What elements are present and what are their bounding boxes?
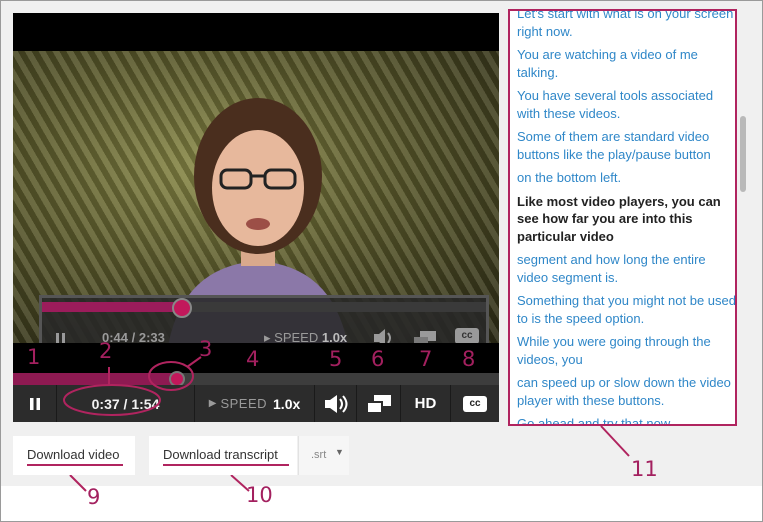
transcript-format-select[interactable]: .srt ▼ <box>298 436 349 475</box>
callout-8: 8 <box>462 347 476 371</box>
transcript-line[interactable]: You are watching a video of me talking. <box>517 46 735 81</box>
transcript-line[interactable]: can speed up or slow down the video play… <box>517 374 735 409</box>
transcript-line[interactable]: You have several tools associated with t… <box>517 87 735 122</box>
transcript-line[interactable]: segment and how long the entire video se… <box>517 251 735 286</box>
format-value: .srt <box>311 449 327 461</box>
transcript-line[interactable]: While you were going through the videos,… <box>517 333 735 368</box>
download-transcript-button[interactable]: Download transcript <box>149 436 297 475</box>
transcript-panel[interactable]: Let's start with what is on your screen … <box>508 9 737 426</box>
download-transcript-label: Download transcript <box>163 447 278 462</box>
callout-5: 5 <box>329 347 343 371</box>
transcript-line[interactable]: Go ahead and try that now. <box>517 415 735 424</box>
page: 0:44 / 2:33 ▸ SPEED 1.0x cc 0:37 / 1:54 … <box>0 0 763 522</box>
download-video-underline <box>27 464 123 466</box>
download-video-button[interactable]: Download video <box>13 436 135 475</box>
chevron-down-icon: ▼ <box>335 447 344 457</box>
callout-9: 9 <box>87 485 101 509</box>
callout-11: 11 <box>631 457 658 481</box>
transcript-scrollbar[interactable] <box>740 116 746 192</box>
transcript-line[interactable]: Let's start with what is on your screen … <box>517 11 735 40</box>
download-video-label: Download video <box>27 447 120 462</box>
transcript-list: Let's start with what is on your screen … <box>517 11 735 424</box>
download-transcript-underline <box>163 464 289 466</box>
callout-2: 2 <box>99 339 113 363</box>
callout-7: 7 <box>419 347 433 371</box>
callout-1: 1 <box>27 345 41 369</box>
transcript-line[interactable]: Like most video players, you can see how… <box>517 193 735 246</box>
callout-3: 3 <box>199 337 213 361</box>
callout-4: 4 <box>246 347 260 371</box>
transcript-line[interactable]: Some of them are standard video buttons … <box>517 128 735 163</box>
callout-6: 6 <box>371 347 385 371</box>
transcript-line[interactable]: on the bottom left. <box>517 169 735 187</box>
transcript-line[interactable]: Something that you might not be used to … <box>517 292 735 327</box>
callout-10: 10 <box>246 483 273 507</box>
